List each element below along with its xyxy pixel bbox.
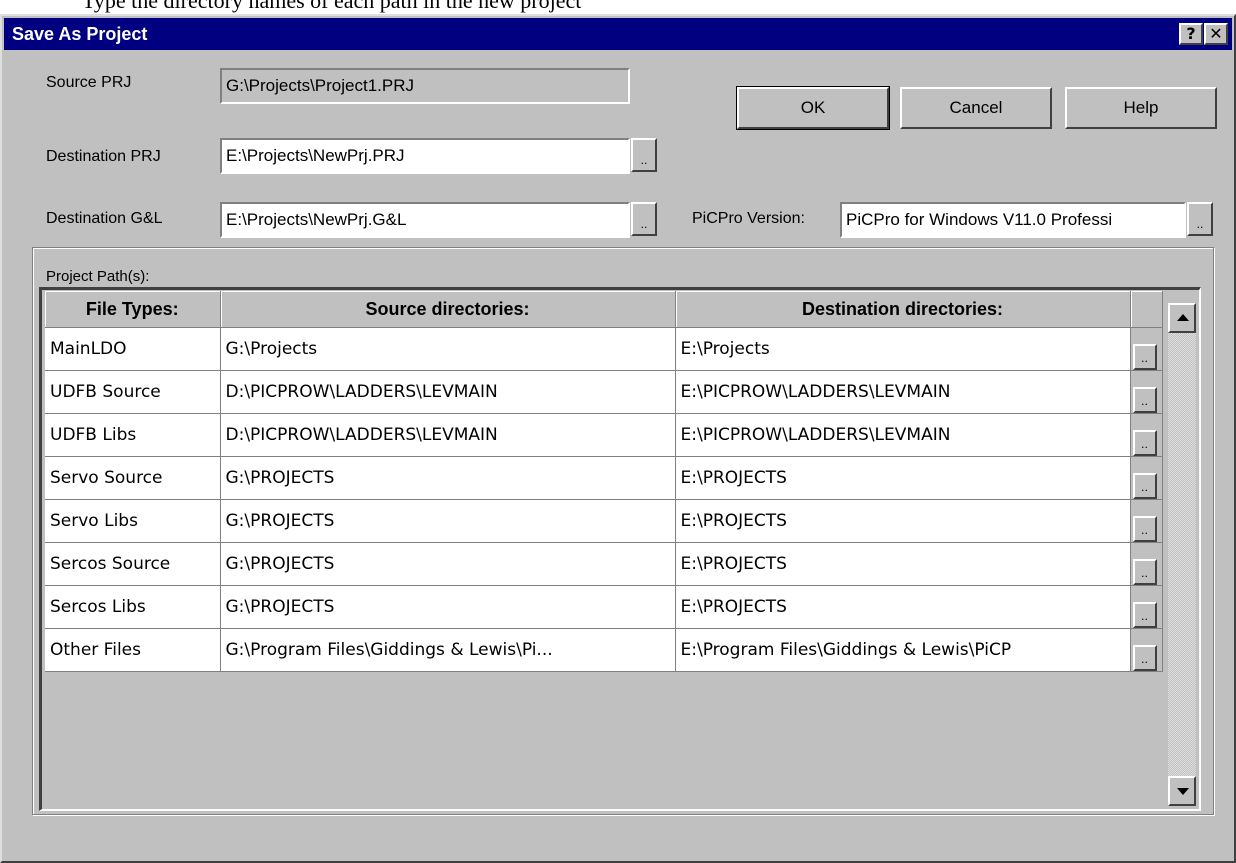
cell-source-directory[interactable]: G:\Program Files\Giddings & Lewis\Pi... [220, 628, 676, 672]
picpro-version-field[interactable]: PiCPro for Windows V11.0 Professi [840, 202, 1186, 238]
cell-file-type: Servo Libs [45, 499, 221, 543]
background-document-text: Type the directory names of each path in… [0, 0, 1236, 14]
cell-file-type: Sercos Source [45, 542, 221, 586]
row-browse-button[interactable]: .. [1132, 344, 1157, 370]
paths-table: File Types: Source directories: Destinat… [45, 291, 1163, 672]
cell-file-type: MainLDO [45, 327, 221, 371]
help-button[interactable]: Help [1065, 87, 1217, 129]
scroll-up-arrow-icon[interactable] [1168, 303, 1196, 333]
cell-file-type: UDFB Source [45, 370, 221, 414]
help-question-button[interactable]: ? [1179, 23, 1203, 45]
vertical-scrollbar[interactable] [1168, 303, 1198, 806]
header-destination-directories: Destination directories: [675, 291, 1131, 328]
browse-cell: .. [1130, 413, 1163, 457]
table-row: Sercos Source G:\PROJECTS E:\PROJECTS.. [45, 542, 1163, 586]
destination-prj-field[interactable]: E:\Projects\NewPrj.PRJ [220, 138, 630, 174]
scroll-track[interactable] [1168, 333, 1196, 776]
source-prj-label: Source PRJ [46, 74, 132, 91]
row-browse-button[interactable]: .. [1132, 559, 1157, 585]
table-header-row: File Types: Source directories: Destinat… [45, 291, 1163, 328]
table-row: Servo Libs G:\PROJECTS E:\PROJECTS.. [45, 499, 1163, 543]
row-browse-button[interactable]: .. [1132, 387, 1157, 413]
window-title: Save As Project [12, 24, 148, 44]
row-browse-button[interactable]: .. [1132, 516, 1157, 542]
row-browse-button[interactable]: .. [1132, 602, 1157, 628]
picpro-version-browse-button[interactable]: .. [1187, 202, 1213, 236]
cell-destination-directory[interactable]: E:\PICPROW\LADDERS\LEVMAIN [675, 370, 1131, 414]
picpro-version-label: PiCPro Version: [692, 210, 805, 227]
cell-destination-directory[interactable]: E:\PROJECTS [675, 585, 1131, 629]
table-row: MainLDO G:\Projects E:\Projects.. [45, 327, 1163, 371]
scroll-down-arrow-icon[interactable] [1168, 776, 1196, 806]
table-row: UDFB Source D:\PICPROW\LADDERS\LEVMAIN E:\… [45, 370, 1163, 414]
table-row: Other Files G:\Program Files\Giddings & L… [45, 628, 1163, 672]
browse-cell: .. [1130, 456, 1163, 500]
cell-file-type: Servo Source [45, 456, 221, 500]
source-prj-field: G:\Projects\Project1.PRJ [220, 68, 630, 104]
cell-destination-directory[interactable]: E:\PROJECTS [675, 542, 1131, 586]
row-browse-button[interactable]: .. [1132, 473, 1157, 499]
browse-cell: .. [1130, 370, 1163, 414]
header-source-directories: Source directories: [220, 291, 676, 328]
cell-source-directory[interactable]: D:\PICPROW\LADDERS\LEVMAIN [220, 413, 676, 457]
cell-file-type: UDFB Libs [45, 413, 221, 457]
cancel-button[interactable]: Cancel [900, 87, 1052, 129]
cell-source-directory[interactable]: G:\PROJECTS [220, 585, 676, 629]
destination-prj-browse-button[interactable]: .. [631, 138, 657, 172]
browse-cell: .. [1130, 499, 1163, 543]
table-row: Servo Source G:\PROJECTS E:\PROJECTS.. [45, 456, 1163, 500]
ok-button[interactable]: OK [736, 86, 890, 130]
cell-destination-directory[interactable]: E:\PROJECTS [675, 499, 1131, 543]
cell-source-directory[interactable]: G:\PROJECTS [220, 499, 676, 543]
destination-gl-browse-button[interactable]: .. [631, 202, 657, 236]
cell-file-type: Sercos Libs [45, 585, 221, 629]
cell-source-directory[interactable]: G:\Projects [220, 327, 676, 371]
cell-source-directory[interactable]: G:\PROJECTS [220, 456, 676, 500]
background-text: Type the directory names of each path in… [82, 0, 582, 13]
browse-cell: .. [1130, 542, 1163, 586]
row-browse-button[interactable]: .. [1132, 645, 1157, 671]
project-paths-label: Project Path(s): [46, 268, 150, 285]
destination-gl-field[interactable]: E:\Projects\NewPrj.G&L [220, 202, 630, 238]
cell-file-type: Other Files [45, 628, 221, 672]
cell-source-directory[interactable]: D:\PICPROW\LADDERS\LEVMAIN [220, 370, 676, 414]
header-browse-column [1130, 291, 1163, 328]
browse-cell: .. [1130, 628, 1163, 672]
destination-prj-label: Destination PRJ [46, 148, 161, 165]
close-button[interactable]: ✕ [1204, 23, 1228, 45]
browse-cell: .. [1130, 585, 1163, 629]
row-browse-button[interactable]: .. [1132, 430, 1157, 456]
cell-destination-directory[interactable]: E:\Projects [675, 327, 1131, 371]
header-file-types: File Types: [45, 291, 221, 328]
table-row: UDFB Libs D:\PICPROW\LADDERS\LEVMAIN E:\PI… [45, 413, 1163, 457]
table-row: Sercos Libs G:\PROJECTS E:\PROJECTS.. [45, 585, 1163, 629]
cell-destination-directory[interactable]: E:\PROJECTS [675, 456, 1131, 500]
cell-source-directory[interactable]: G:\PROJECTS [220, 542, 676, 586]
browse-cell: .. [1130, 327, 1163, 371]
title-bar: Save As Project ? ✕ [4, 18, 1232, 50]
destination-gl-label: Destination G&L [46, 210, 163, 227]
cell-destination-directory[interactable]: E:\PICPROW\LADDERS\LEVMAIN [675, 413, 1131, 457]
cell-destination-directory[interactable]: E:\Program Files\Giddings & Lewis\PiCP [675, 628, 1131, 672]
